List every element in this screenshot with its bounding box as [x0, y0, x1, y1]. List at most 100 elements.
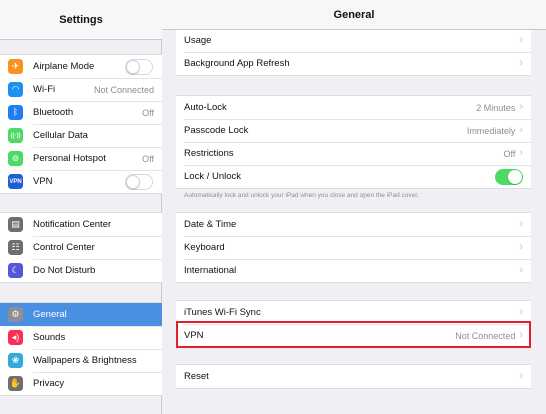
row-international[interactable]: International ›	[176, 259, 531, 282]
chevron-right-icon: ›	[519, 264, 523, 276]
row-label: iTunes Wi-Fi Sync	[184, 307, 261, 318]
sidebar-group-system: ⚙ General ◂) Sounds ❀ Wallpapers & Brightness…	[0, 302, 162, 396]
hotspot-icon: ⊚	[8, 151, 23, 166]
main-group-usage: Usage › Background App Refresh ›	[176, 28, 531, 76]
main-group-sync: iTunes Wi-Fi Sync › VPN Not Connected ›	[176, 300, 531, 348]
chevron-right-icon: ›	[519, 370, 523, 382]
row-label: Restrictions	[184, 148, 234, 159]
sidebar-item-status: Not Connected	[93, 84, 154, 95]
sidebar-item-status: Off	[142, 107, 154, 118]
chevron-right-icon: ›	[519, 306, 523, 318]
toggle-knob	[126, 174, 140, 189]
hand-icon: ✋	[8, 376, 23, 391]
row-keyboard[interactable]: Keyboard ›	[176, 236, 531, 259]
chevron-right-icon: ›	[519, 218, 523, 230]
cellular-icon: ((·))	[8, 128, 23, 143]
sidebar-item-label: Do Not Disturb	[33, 265, 96, 276]
row-label: International	[184, 265, 237, 276]
sidebar-item-label: Wallpapers & Brightness	[33, 355, 137, 366]
toggle-knob	[126, 59, 140, 74]
chevron-right-icon: ›	[519, 57, 523, 69]
sidebar-item-label: Notification Center	[33, 219, 112, 230]
row-usage[interactable]: Usage ›	[176, 29, 531, 52]
notification-center-icon: ▤	[8, 217, 23, 232]
sidebar-item-notification-center[interactable]: ▤ Notification Center	[0, 213, 162, 236]
lock-unlock-toggle[interactable]	[495, 168, 523, 185]
row-itunes-wi-fi-sync[interactable]: iTunes Wi-Fi Sync ›	[176, 301, 531, 324]
sidebar-item-airplane-mode[interactable]: ✈ Airplane Mode	[0, 55, 162, 78]
chevron-right-icon: ›	[519, 329, 523, 341]
sidebar-item-sounds[interactable]: ◂) Sounds	[0, 326, 162, 349]
sidebar-item-label: Control Center	[33, 242, 95, 253]
settings-sidebar: Settings ✈ Airplane Mode ◠ Wi-Fi Not Connect…	[0, 0, 162, 414]
sidebar-item-vpn[interactable]: VPN VPN	[0, 170, 162, 193]
sidebar-group-centers: ▤ Notification Center ☷ Control Center ☾ Do N…	[0, 212, 162, 283]
main-group-lock: Auto-Lock 2 Minutes › Passcode Lock Immediat…	[176, 95, 531, 189]
sidebar-item-bluetooth[interactable]: ᛒ Bluetooth Off	[0, 101, 162, 124]
row-auto-lock[interactable]: Auto-Lock 2 Minutes ›	[176, 96, 531, 119]
sidebar-item-wi-fi[interactable]: ◠ Wi-Fi Not Connected	[0, 78, 162, 101]
sidebar-group-connectivity: ✈ Airplane Mode ◠ Wi-Fi Not Connected ᛒ Blueto…	[0, 54, 162, 194]
row-date-and-time[interactable]: Date & Time ›	[176, 213, 531, 236]
row-restrictions[interactable]: Restrictions Off ›	[176, 142, 531, 165]
sidebar-item-label: VPN	[33, 176, 53, 187]
row-passcode-lock[interactable]: Passcode Lock Immediately ›	[176, 119, 531, 142]
airplane-icon: ✈	[8, 59, 23, 74]
wifi-icon: ◠	[8, 82, 23, 97]
page-title: General	[162, 0, 546, 30]
sidebar-item-personal-hotspot[interactable]: ⊚ Personal Hotspot Off	[0, 147, 162, 170]
moon-icon: ☾	[8, 263, 23, 278]
sidebar-title: Settings	[0, 0, 162, 40]
airplane-mode-toggle[interactable]	[125, 58, 153, 75]
sidebar-item-general[interactable]: ⚙ General	[0, 303, 162, 326]
bluetooth-icon: ᛒ	[8, 105, 23, 120]
sidebar-item-label: Privacy	[33, 378, 65, 389]
chevron-right-icon: ›	[519, 101, 523, 113]
row-label: Lock / Unlock	[184, 171, 242, 182]
row-background-app-refresh[interactable]: Background App Refresh ›	[176, 52, 531, 75]
sidebar-item-label: Sounds	[33, 332, 66, 343]
sidebar-item-label: Wi-Fi	[33, 84, 56, 95]
row-label: Auto-Lock	[184, 102, 227, 113]
row-label: Keyboard	[184, 242, 225, 253]
row-value: 2 Minutes	[476, 102, 516, 113]
general-pane: General Usage › Background App Refresh › Au…	[162, 0, 546, 414]
row-value: Immediately	[466, 125, 516, 136]
sidebar-item-privacy[interactable]: ✋ Privacy	[0, 372, 162, 395]
row-label: Date & Time	[184, 219, 237, 230]
speaker-icon: ◂)	[8, 330, 23, 345]
vpn-toggle[interactable]	[125, 173, 153, 190]
toggle-knob	[508, 169, 522, 184]
chevron-right-icon: ›	[519, 147, 523, 159]
row-label: Background App Refresh	[184, 58, 290, 69]
row-label: Usage	[184, 35, 212, 46]
control-center-icon: ☷	[8, 240, 23, 255]
sidebar-item-cellular-data[interactable]: ((·)) Cellular Data	[0, 124, 162, 147]
gear-icon: ⚙	[8, 307, 23, 322]
sidebar-item-label: Cellular Data	[33, 130, 88, 141]
chevron-right-icon: ›	[519, 241, 523, 253]
sidebar-item-control-center[interactable]: ☷ Control Center	[0, 236, 162, 259]
sidebar-item-label: Bluetooth	[33, 107, 74, 118]
main-group-datetime: Date & Time › Keyboard › International ›	[176, 212, 531, 283]
row-label: Reset	[184, 371, 209, 382]
row-reset[interactable]: Reset ›	[176, 365, 531, 388]
sidebar-item-label: General	[33, 309, 67, 320]
chevron-right-icon: ›	[519, 124, 523, 136]
row-value: Not Connected	[455, 330, 516, 341]
chevron-right-icon: ›	[519, 34, 523, 46]
row-lock-unlock[interactable]: Lock / Unlock	[176, 165, 531, 188]
row-vpn[interactable]: VPN Not Connected ›	[176, 324, 531, 347]
main-group-reset: Reset ›	[176, 364, 531, 389]
sidebar-item-wallpapers-and-brightness[interactable]: ❀ Wallpapers & Brightness	[0, 349, 162, 372]
row-value: Off	[503, 148, 516, 159]
wallpaper-icon: ❀	[8, 353, 23, 368]
sidebar-item-status: Off	[142, 153, 154, 164]
lock-footnote: Automatically lock and unlock your iPad …	[184, 192, 419, 199]
sidebar-item-label: Airplane Mode	[33, 61, 95, 72]
sidebar-item-label: Personal Hotspot	[33, 153, 106, 164]
vpn-icon: VPN	[8, 174, 23, 189]
sidebar-item-do-not-disturb[interactable]: ☾ Do Not Disturb	[0, 259, 162, 282]
row-label: Passcode Lock	[184, 125, 249, 136]
row-label: VPN	[184, 330, 204, 341]
